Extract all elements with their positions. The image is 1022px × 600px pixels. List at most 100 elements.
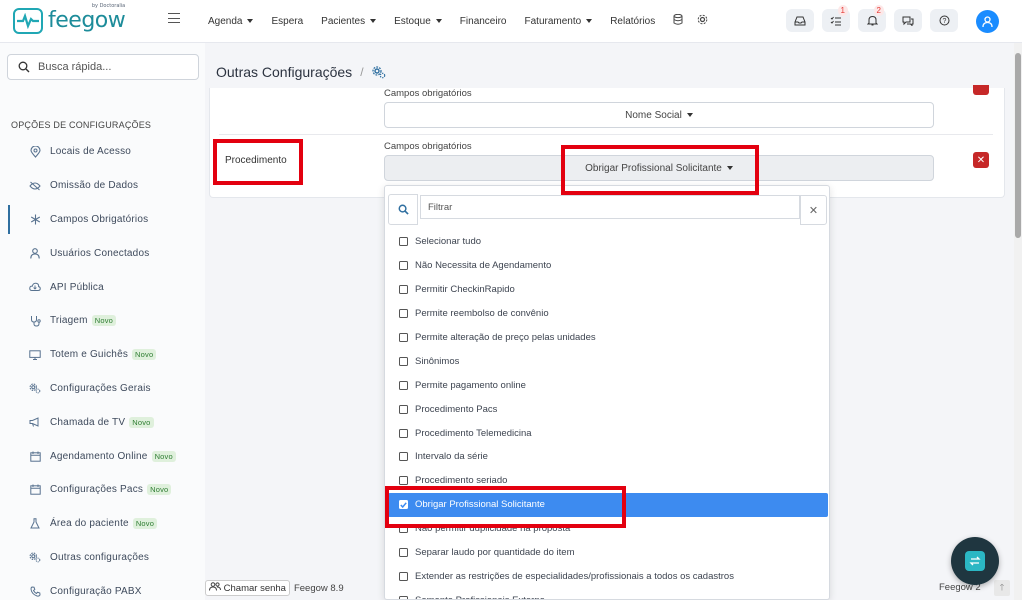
gears-icon xyxy=(28,550,42,564)
checkbox[interactable] xyxy=(399,404,408,414)
chat-button[interactable] xyxy=(894,9,922,32)
highlight-box-option xyxy=(385,486,626,528)
monitor-icon xyxy=(28,348,42,362)
scrollbar-thumb[interactable] xyxy=(1015,53,1021,238)
inbox-button[interactable] xyxy=(786,9,814,32)
dropdown-option[interactable]: Intervalo da série xyxy=(385,445,829,469)
checkbox[interactable] xyxy=(399,333,408,342)
new-badge: Novo xyxy=(91,315,117,327)
dropdown-option[interactable]: Separar laudo por quantidade do item xyxy=(385,541,829,565)
checkbox[interactable] xyxy=(399,285,408,295)
checkbox[interactable] xyxy=(399,476,408,486)
dropdown-option[interactable]: Não Necessita de Agendamento xyxy=(385,254,829,278)
sidebar-item[interactable]: Outras configurações xyxy=(0,541,205,575)
sidebar-item-label: Agendamento Online xyxy=(50,450,148,462)
dropdown-option[interactable]: Procedimento Pacs xyxy=(385,397,829,421)
dropdown-option[interactable]: Permite alteração de preço pelas unidade… xyxy=(385,326,829,350)
sidebar-heading: OPÇÕES DE CONFIGURAÇÕES xyxy=(11,120,152,130)
eye-off-icon xyxy=(28,179,42,193)
sidebar-item[interactable]: Área do paciente Novo xyxy=(0,507,205,541)
row2-delete-button[interactable]: ✕ xyxy=(973,152,989,168)
dropdown-option[interactable]: Procedimento Telemedicina xyxy=(385,421,829,445)
new-badge: Novo xyxy=(147,484,172,496)
nav-relatorios[interactable]: Relatórios xyxy=(610,16,655,27)
notifications-button[interactable]: 2 xyxy=(858,5,886,32)
sidebar-item-label: Campos Obrigatórios xyxy=(50,213,149,225)
breadcrumb-separator: / xyxy=(360,65,364,79)
database-icon[interactable] xyxy=(673,13,683,28)
sidebar-item[interactable]: Agendamento Online Novo xyxy=(0,439,205,473)
dropdown-option-label: Permite pagamento online xyxy=(415,379,526,391)
user-avatar[interactable] xyxy=(976,10,999,33)
sidebar-item[interactable]: Chamada de TV Novo xyxy=(0,405,205,439)
row1-fields-select[interactable]: Nome Social xyxy=(384,102,934,128)
row1-delete-button[interactable] xyxy=(973,85,989,95)
nav-faturamento[interactable]: Faturamento xyxy=(525,16,593,27)
fields-dropdown: Filtrar ✕ Selecionar tudo Não Necessita d… xyxy=(384,185,830,600)
gears-icon xyxy=(371,65,385,78)
nav-estoque[interactable]: Estoque xyxy=(394,16,442,27)
nav-financeiro[interactable]: Financeiro xyxy=(460,16,507,27)
checkbox[interactable] xyxy=(399,548,408,558)
dropdown-option-label: Permite reembolso de convênio xyxy=(415,308,549,320)
scroll-top-button[interactable]: 🡑 xyxy=(994,580,1010,596)
dropdown-option[interactable]: Extender as restrições de especialidades… xyxy=(385,564,829,588)
filter-input[interactable]: Filtrar xyxy=(420,195,800,219)
call-ticket-button[interactable]: Chamar senha xyxy=(205,580,290,596)
dropdown-option[interactable]: Selecionar tudo xyxy=(385,230,829,254)
sidebar-item-label: Triagem xyxy=(50,315,88,327)
new-badge: Novo xyxy=(132,349,157,361)
sidebar-item[interactable]: Omissão de Dados xyxy=(0,169,205,203)
gear-icon[interactable] xyxy=(697,14,708,28)
nav-espera[interactable]: Espera xyxy=(271,16,303,27)
checkbox[interactable] xyxy=(399,309,408,319)
asterisk-icon xyxy=(28,212,42,226)
dropdown-option[interactable]: Sinônimos xyxy=(385,349,829,373)
logo-byline: by Doctoralia xyxy=(91,3,126,9)
checkbox[interactable] xyxy=(399,380,408,390)
sidebar-item[interactable]: Totem e Guichês Novo xyxy=(0,338,205,372)
dropdown-option-label: Permite alteração de preço pelas unidade… xyxy=(415,332,596,343)
dropdown-option[interactable]: Somente Profissionais Externo xyxy=(385,588,829,599)
notifications-badge: 2 xyxy=(873,5,884,16)
sidebar-item[interactable]: Configuração PABX xyxy=(0,574,205,600)
sidebar-item-label: API Pública xyxy=(50,281,104,293)
sidebar-item[interactable]: Configurações Gerais xyxy=(0,372,205,406)
checkbox[interactable] xyxy=(399,261,408,271)
page-scrollbar[interactable] xyxy=(1014,43,1022,600)
floating-action-button[interactable] xyxy=(951,537,999,585)
nav-pacientes[interactable]: Pacientes xyxy=(321,16,377,27)
checkbox[interactable] xyxy=(399,571,408,581)
nav-agenda[interactable]: Agenda xyxy=(208,16,254,27)
checkbox[interactable] xyxy=(399,428,408,438)
checkbox[interactable] xyxy=(399,452,408,462)
dropdown-option[interactable]: Permitir CheckinRapido xyxy=(385,278,829,302)
filter-clear-button[interactable]: ✕ xyxy=(800,195,827,225)
tasks-button[interactable]: 1 xyxy=(822,5,850,32)
dropdown-option-label: Procedimento seriado xyxy=(415,475,508,487)
menu-toggle-icon[interactable] xyxy=(168,13,180,23)
flask-icon xyxy=(28,517,42,531)
row-divider xyxy=(219,134,993,135)
sidebar-item[interactable]: Usuários Conectados xyxy=(0,236,205,270)
sidebar-item[interactable]: Configurações Pacs Novo xyxy=(0,473,205,507)
quick-search[interactable]: Busca rápida... xyxy=(7,54,199,80)
dropdown-option-label: Extender as restrições de especialidades… xyxy=(415,570,734,582)
sidebar-item[interactable]: Locais de Acesso xyxy=(0,135,205,169)
checkbox[interactable] xyxy=(399,237,408,247)
dropdown-option[interactable]: Permite reembolso de convênio xyxy=(385,302,829,326)
checkbox[interactable] xyxy=(399,356,408,366)
dropdown-option[interactable]: Permite pagamento online xyxy=(385,373,829,397)
logo-text: feegow by Doctoralia xyxy=(48,3,126,33)
logo[interactable]: feegow by Doctoralia xyxy=(13,3,126,34)
dropdown-option-label: Separar laudo por quantidade do item xyxy=(415,547,575,559)
sidebar-item[interactable]: API Pública xyxy=(0,270,205,304)
sidebar-item[interactable]: Triagem Novo xyxy=(0,304,205,338)
help-button[interactable]: ? xyxy=(930,9,958,32)
row1-select-value: Nome Social xyxy=(625,109,682,121)
checkbox[interactable] xyxy=(399,595,408,599)
sidebar-item[interactable]: Campos Obrigatórios xyxy=(0,203,205,237)
dropdown-option-label: Permitir CheckinRapido xyxy=(415,284,515,296)
chat-icon xyxy=(902,16,914,26)
help-icon: ? xyxy=(939,15,949,26)
